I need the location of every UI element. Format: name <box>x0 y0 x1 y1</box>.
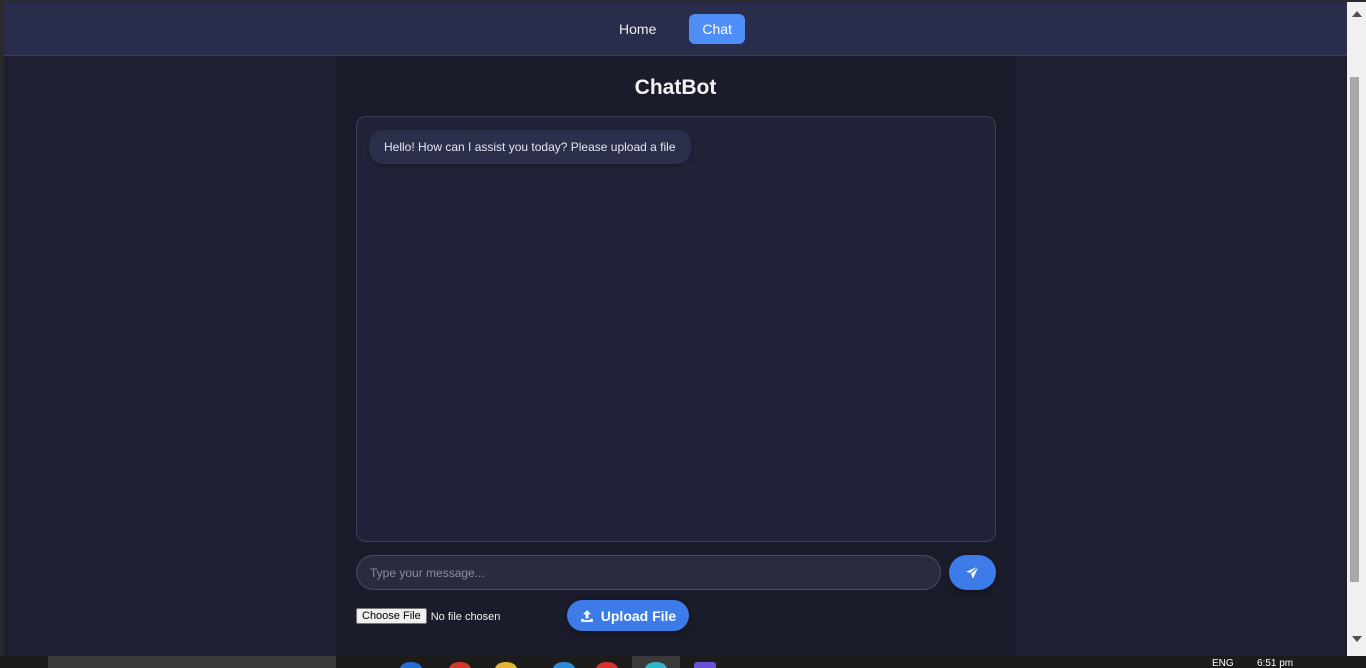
page-scrollbar[interactable] <box>1347 2 1366 656</box>
main-area: ChatBot Hello! How can I assist you toda… <box>4 57 1347 656</box>
upload-button-label: Upload File <box>600 607 677 624</box>
chrome-browser-icon[interactable] <box>449 662 471 668</box>
vscode-icon[interactable] <box>553 662 575 668</box>
file-explorer-icon[interactable] <box>495 662 517 668</box>
os-taskbar: ENG 6:51 pm <box>0 656 1366 668</box>
chat-messages-box[interactable]: Hello! How can I assist you today? Pleas… <box>356 116 996 542</box>
upload-icon <box>580 609 593 622</box>
top-navbar: Home Chat <box>4 2 1347 56</box>
message-input[interactable] <box>356 555 941 590</box>
paper-plane-icon <box>966 565 980 579</box>
send-button[interactable] <box>949 555 996 590</box>
page-title: ChatBot <box>634 76 717 99</box>
scroll-down-arrow-icon[interactable] <box>1352 636 1362 642</box>
edge-browser-icon[interactable] <box>400 662 422 668</box>
upload-file-button[interactable]: Upload File <box>567 600 689 631</box>
bot-message: Hello! How can I assist you today? Pleas… <box>369 130 691 164</box>
nav-home-link[interactable]: Home <box>606 14 669 44</box>
file-status: No file chosen <box>430 611 501 623</box>
language-indicator[interactable]: ENG <box>1212 658 1234 668</box>
scroll-thumb[interactable] <box>1350 77 1359 582</box>
app-icon-purple[interactable] <box>694 662 716 668</box>
choose-file-button[interactable]: Choose File <box>356 608 427 624</box>
scroll-up-arrow-icon[interactable] <box>1352 11 1362 17</box>
chat-panel: ChatBot Hello! How can I assist you toda… <box>336 57 1015 656</box>
file-input: Choose File No file chosen <box>356 608 500 624</box>
nav-chat-link[interactable]: Chat <box>689 13 745 44</box>
app-icon[interactable] <box>596 662 618 668</box>
clock[interactable]: 6:51 pm <box>1257 658 1293 668</box>
taskbar-search-box[interactable] <box>48 656 336 668</box>
